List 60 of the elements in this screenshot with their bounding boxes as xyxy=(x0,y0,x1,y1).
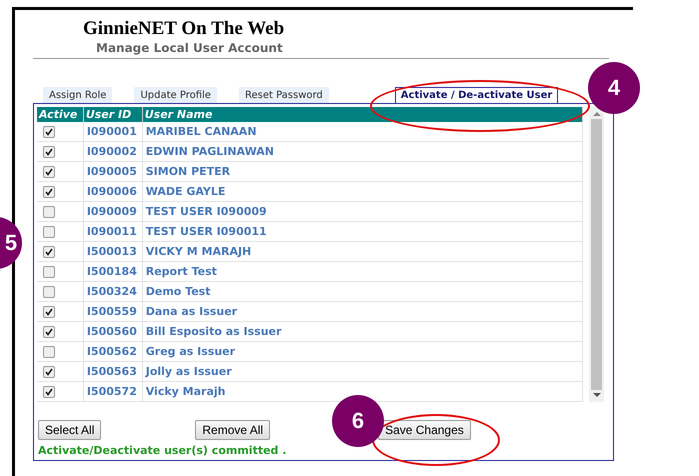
table-cell: I500559 xyxy=(83,302,142,322)
table-cell: I500563 xyxy=(83,362,142,382)
table-cell: I500562 xyxy=(83,342,142,362)
table-cell: I090001 xyxy=(83,122,142,142)
step-number: 6 xyxy=(332,395,384,447)
table-cell: Report Test xyxy=(142,262,582,282)
scroll-up-icon[interactable] xyxy=(592,111,600,117)
page-subtitle: Manage Local User Account xyxy=(95,40,284,56)
action-button[interactable]: Select All xyxy=(38,420,102,440)
active-checkbox[interactable] xyxy=(43,126,55,138)
scroll-down-icon[interactable] xyxy=(592,392,600,398)
table-cell: EDWIN PAGLINAWAN xyxy=(142,142,582,162)
active-checkbox[interactable] xyxy=(43,346,55,358)
table-cell: WADE GAYLE xyxy=(142,182,582,202)
table-cell: I090009 xyxy=(83,202,142,222)
table-cell: SIMON PETER xyxy=(142,162,582,182)
table-cell: I090005 xyxy=(83,162,142,182)
table-cell: I500560 xyxy=(83,322,142,342)
column-header: User Name xyxy=(142,107,582,122)
active-checkbox[interactable] xyxy=(43,366,55,378)
tab[interactable]: Activate / De-activate User xyxy=(394,87,558,103)
action-button[interactable]: Save Changes xyxy=(378,420,471,440)
active-checkbox[interactable] xyxy=(43,166,55,178)
tab[interactable]: Reset Password xyxy=(238,87,329,103)
table-cell: TEST USER I090011 xyxy=(142,222,582,242)
table-cell: Jolly as Issuer xyxy=(142,362,582,382)
table-cell: I500184 xyxy=(83,262,142,282)
table-cell: I090002 xyxy=(83,142,142,162)
column-header: Active xyxy=(37,107,84,122)
column-header: User ID xyxy=(83,107,142,122)
table-cell: I090006 xyxy=(83,182,142,202)
tab[interactable]: Update Profile xyxy=(134,87,217,103)
active-checkbox[interactable] xyxy=(43,186,55,198)
table-cell: TEST USER I090009 xyxy=(142,202,582,222)
active-checkbox[interactable] xyxy=(43,246,55,258)
active-checkbox[interactable] xyxy=(43,326,55,338)
action-button[interactable]: Remove All xyxy=(195,420,270,440)
table-cell: Dana as Issuer xyxy=(142,302,582,322)
tab[interactable]: Assign Role xyxy=(43,87,112,103)
table-cell: Greg as Issuer xyxy=(142,342,582,362)
active-checkbox[interactable] xyxy=(43,286,55,298)
active-checkbox[interactable] xyxy=(43,386,55,398)
scrollbar[interactable] xyxy=(589,107,604,402)
table-cell: VICKY M MARAJH xyxy=(142,242,582,262)
app-title: GinnieNET On The Web xyxy=(82,18,286,40)
active-checkbox[interactable] xyxy=(43,226,55,238)
table-cell: Bill Esposito as Issuer xyxy=(142,322,582,342)
active-checkbox[interactable] xyxy=(43,146,55,158)
active-checkbox[interactable] xyxy=(43,306,55,318)
table-cell: I500324 xyxy=(83,282,142,302)
table-cell: I090011 xyxy=(83,222,142,242)
active-checkbox[interactable] xyxy=(43,266,55,278)
table-cell: Demo Test xyxy=(142,282,582,302)
table-cell: MARIBEL CANAAN xyxy=(142,122,582,142)
active-checkbox[interactable] xyxy=(43,206,55,218)
status-message: Activate/Deactivate user(s) committed . xyxy=(37,444,288,457)
step-number: 5 xyxy=(0,217,22,269)
table-cell: I500572 xyxy=(83,382,142,402)
table-cell: I500013 xyxy=(83,242,142,262)
step-number: 4 xyxy=(588,62,640,114)
